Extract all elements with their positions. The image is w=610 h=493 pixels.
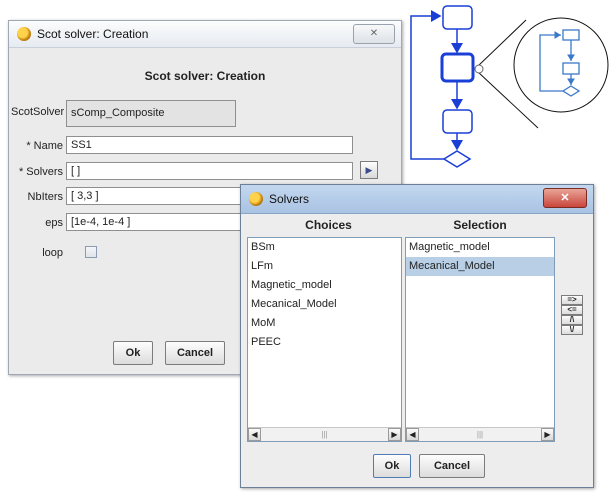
scroll-right-arrow[interactable]: ▶ [541,428,554,441]
solvers-dialog-titlebar[interactable]: Solvers ✕ [241,185,593,214]
scotsolver-field: sComp_Composite [66,100,236,127]
selection-list[interactable]: Magnetic_model Mecanical_Model ◀ ||| ▶ [405,237,555,442]
selection-header: Selection [453,218,507,232]
list-item[interactable]: LFm [248,257,401,276]
scot-app-icon [17,27,31,41]
solvers-dialog-title: Solvers [269,192,310,206]
creation-ok-button[interactable]: Ok [113,341,153,365]
remove-from-selection-button[interactable]: <= [561,305,583,315]
selection-horizontal-scrollbar[interactable]: ◀ ||| ▶ [406,427,554,441]
choices-header: Choices [305,218,352,232]
flow-decision-diamond [442,150,472,168]
list-item[interactable]: MoM [248,314,401,333]
list-item[interactable]: BSm [248,238,401,257]
solvers-app-icon [249,192,263,206]
solvers-browse-button[interactable]: ▶ [360,161,378,179]
flow-box-middle-highlighted [440,52,475,83]
list-item[interactable]: Magnetic_model [248,276,401,295]
list-item[interactable]: PEEC [248,333,401,352]
choices-list[interactable]: BSm LFm Magnetic_model Mecanical_Model MoM PE… [247,237,402,442]
creation-cancel-button[interactable]: Cancel [165,341,225,365]
scroll-thumb[interactable]: ||| [262,429,387,440]
nbiters-input[interactable]: [ 3,3 ] [66,187,266,205]
move-down-button[interactable]: \/ [561,325,583,335]
add-to-selection-button[interactable]: => [561,295,583,305]
loop-checkbox[interactable] [85,246,97,258]
creation-dialog-title: Scot solver: Creation [37,27,149,41]
move-up-button[interactable]: /\ [561,315,583,325]
scroll-thumb[interactable]: ||| [420,429,540,440]
zoom-magnifier-circle [513,17,609,113]
solvers-cancel-button[interactable]: Cancel [419,454,485,478]
solvers-dialog: Solvers ✕ Choices Selection BSm LFm Magnet… [240,184,594,488]
list-item[interactable]: Mecanical_Model [406,257,554,276]
list-item[interactable]: Magnetic_model [406,238,554,257]
solvers-input[interactable]: [ ] [66,162,353,180]
solvers-label: * Solvers [18,166,63,178]
creation-dialog-heading: Scot solver: Creation [144,69,266,83]
scroll-left-arrow[interactable]: ◀ [248,428,261,441]
name-label: * Name [26,140,63,152]
nbiters-label: NbIters [27,191,63,203]
loop-label: loop [42,247,63,259]
creation-dialog-titlebar[interactable]: Scot solver: Creation ✕ [9,21,401,48]
name-input[interactable]: SS1 [66,136,353,154]
close-icon[interactable]: ✕ [543,188,587,208]
scroll-left-arrow[interactable]: ◀ [406,428,419,441]
list-item[interactable]: Mecanical_Model [248,295,401,314]
choices-horizontal-scrollbar[interactable]: ◀ ||| ▶ [248,427,401,441]
solvers-ok-button[interactable]: Ok [373,454,411,478]
scotsolver-label: ScotSolver [11,106,65,118]
eps-label: eps [45,217,63,229]
flow-box-top [442,5,473,30]
eps-input[interactable]: [1e-4, 1e-4 ] [66,213,266,231]
scroll-right-arrow[interactable]: ▶ [388,428,401,441]
flow-box-bottom [442,109,473,134]
close-icon[interactable]: ✕ [353,24,395,44]
